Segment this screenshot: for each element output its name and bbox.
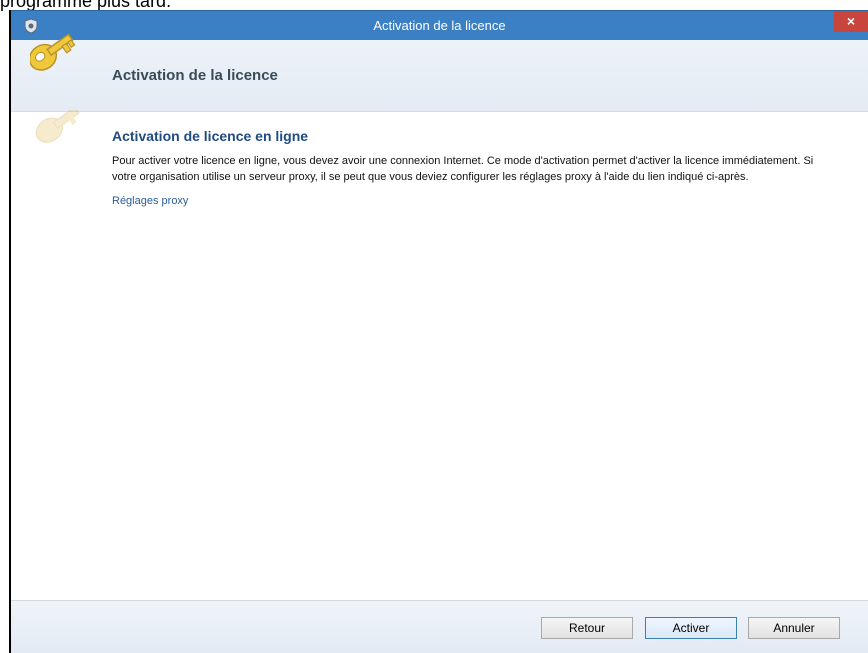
wizard-header: Activation de la licence (11, 40, 868, 112)
button-bar: Retour Activer Annuler (11, 600, 868, 653)
back-button[interactable]: Retour (541, 617, 633, 639)
section-title: Activation de licence en ligne (112, 128, 309, 144)
header-title: Activation de la licence (112, 67, 278, 84)
content-area: Activation de licence en ligne Pour acti… (112, 128, 838, 208)
window-title: Activation de la licence (373, 18, 506, 33)
close-button[interactable]: × (834, 11, 868, 32)
activate-button[interactable]: Activer (645, 617, 737, 639)
key-reflection-icon (35, 110, 80, 143)
title-bar[interactable]: Activation de la licence × (11, 10, 868, 41)
cancel-button[interactable]: Annuler (748, 617, 840, 639)
license-activation-window: Activation de la licence × Activation de… (9, 10, 868, 653)
key-icon (30, 33, 76, 71)
proxy-settings-link[interactable]: Réglages proxy (112, 195, 188, 207)
description-text: Pour activer votre licence en ligne, vou… (112, 155, 814, 183)
